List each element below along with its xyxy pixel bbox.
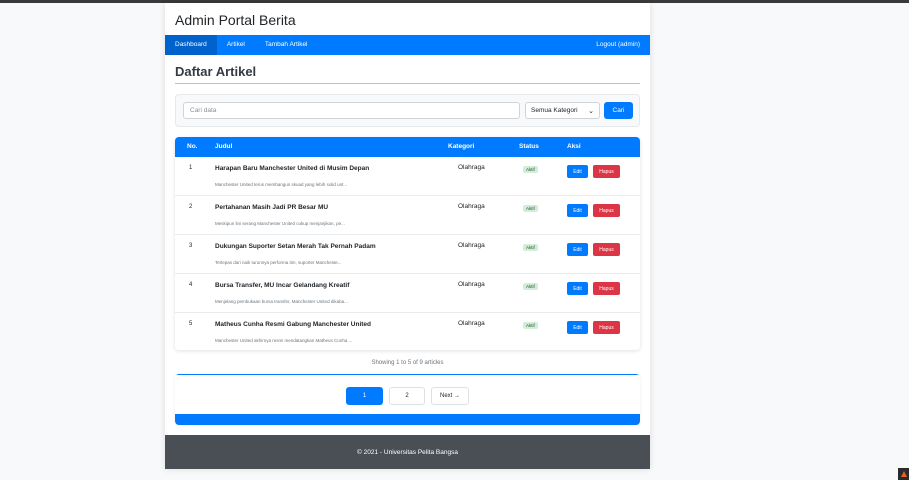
category-selected-value: Semua Kategori xyxy=(531,107,578,114)
article-category: Olahraga xyxy=(458,203,485,210)
pagination: 1 2 Next → xyxy=(175,374,640,425)
status-badge: Aktif xyxy=(523,205,538,212)
article-title: Dukungan Suporter Setan Merah Tak Pernah… xyxy=(215,243,376,250)
delete-button[interactable]: Hapus xyxy=(593,204,620,217)
search-input[interactable] xyxy=(183,102,520,119)
app-title: Admin Portal Berita xyxy=(175,12,296,28)
search-button[interactable]: Cari xyxy=(604,102,633,119)
header-kategori: Kategori xyxy=(448,143,475,150)
page-button-1[interactable]: 1 xyxy=(346,387,383,405)
title-divider xyxy=(175,83,640,84)
row-number: 1 xyxy=(189,165,193,171)
article-title: Pertahanan Masih Jadi PR Besar MU xyxy=(215,204,329,211)
edit-button[interactable]: Edit xyxy=(567,321,588,334)
edit-button[interactable]: Edit xyxy=(567,243,588,256)
table-row: 2 Pertahanan Masih Jadi PR Besar MU Mesk… xyxy=(175,196,640,235)
table-row: 3 Dukungan Suporter Setan Merah Tak Pern… xyxy=(175,235,640,274)
articles-table: No. Judul Kategori Status Aksi 1 Harapan… xyxy=(175,137,640,350)
table-header: No. Judul Kategori Status Aksi xyxy=(175,137,640,157)
status-badge: Aktif xyxy=(523,244,538,251)
page-button-2[interactable]: 2 xyxy=(389,387,425,405)
row-number: 4 xyxy=(189,282,193,288)
edit-button[interactable]: Edit xyxy=(567,204,588,217)
pagination-bottom-bar xyxy=(175,414,640,425)
delete-button[interactable]: Hapus xyxy=(593,243,620,256)
table-row: 1 Harapan Baru Manchester United di Musi… xyxy=(175,157,640,196)
edit-button[interactable]: Edit xyxy=(567,282,588,295)
page-container: Admin Portal Berita Dashboard Artikel Ta… xyxy=(165,3,650,469)
table-row: 4 Bursa Transfer, MU Incar Gelandang Kre… xyxy=(175,274,640,313)
edit-button[interactable]: Edit xyxy=(567,165,588,178)
delete-button[interactable]: Hapus xyxy=(593,282,620,295)
logout-link[interactable]: Logout (admin) xyxy=(586,35,650,55)
article-excerpt: Meskipun lini serang Manchester United c… xyxy=(215,221,345,226)
article-category: Olahraga xyxy=(458,242,485,249)
pagination-top-border xyxy=(175,374,640,375)
row-number: 2 xyxy=(189,204,193,210)
status-badge: Aktif xyxy=(523,322,538,329)
article-excerpt: Terlepas dari naik turunnya performa tim… xyxy=(215,260,342,265)
nav-item-tambah-artikel[interactable]: Tambah Artikel xyxy=(255,35,318,55)
search-form: Semua Kategori ⌄ Cari xyxy=(175,94,640,127)
article-category: Olahraga xyxy=(458,281,485,288)
article-category: Olahraga xyxy=(458,164,485,171)
article-excerpt: Manchester United terus membangun skuad … xyxy=(215,182,348,187)
category-select[interactable]: Semua Kategori ⌄ xyxy=(525,102,600,119)
table-row: 5 Matheus Cunha Resmi Gabung Manchester … xyxy=(175,313,640,350)
chevron-down-icon: ⌄ xyxy=(588,107,594,115)
article-title: Matheus Cunha Resmi Gabung Manchester Un… xyxy=(215,321,372,328)
article-title: Bursa Transfer, MU Incar Gelandang Kreat… xyxy=(215,282,350,289)
delete-button[interactable]: Hapus xyxy=(593,321,620,334)
header-aksi: Aksi xyxy=(567,143,581,150)
header-judul: Judul xyxy=(215,143,233,150)
article-excerpt: Menjelang pembukaan bursa transfer, Manc… xyxy=(215,299,348,304)
row-number: 5 xyxy=(189,321,193,327)
nav-item-dashboard[interactable]: Dashboard xyxy=(165,35,217,55)
article-category: Olahraga xyxy=(458,320,485,327)
article-title: Harapan Baru Manchester United di Musim … xyxy=(215,165,370,172)
next-page-button[interactable]: Next → xyxy=(431,387,469,405)
footer-text: © 2021 - Universitas Pelita Bangsa xyxy=(357,448,458,456)
nav-item-artikel[interactable]: Artikel xyxy=(217,35,255,55)
navbar: Dashboard Artikel Tambah Artikel Logout … xyxy=(165,35,650,55)
header-no: No. xyxy=(187,143,198,150)
status-badge: Aktif xyxy=(523,166,538,173)
page-title: Daftar Artikel xyxy=(175,64,257,79)
header-status: Status xyxy=(519,143,539,150)
row-number: 3 xyxy=(189,243,193,249)
status-badge: Aktif xyxy=(523,283,538,290)
article-excerpt: Manchester United akhirnya resmi mendata… xyxy=(215,338,353,343)
taskbar-app-icon[interactable] xyxy=(898,468,909,480)
footer: © 2021 - Universitas Pelita Bangsa xyxy=(165,435,650,469)
showing-summary: Showing 1 to 5 of 9 articles xyxy=(371,360,444,366)
delete-button[interactable]: Hapus xyxy=(593,165,620,178)
